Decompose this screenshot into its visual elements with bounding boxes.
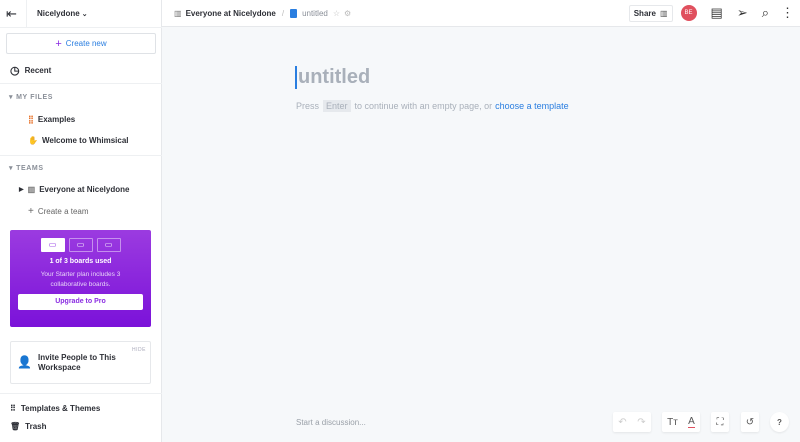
teams-title: TEAMS: [16, 164, 44, 172]
board-icon: ▭: [68, 238, 93, 252]
workspace-switcher[interactable]: Nicelydone ⌄: [37, 9, 88, 18]
hide-button[interactable]: HIDE: [132, 347, 146, 353]
board-icon: ▭: [96, 238, 121, 252]
help-button[interactable]: ?: [770, 412, 789, 432]
star-icon[interactable]: ☆: [333, 9, 340, 18]
search-icon[interactable]: ⌕: [762, 5, 769, 21]
sidebar-item-recent[interactable]: ◷ Recent: [10, 64, 51, 77]
send-icon[interactable]: ➢: [737, 5, 748, 21]
breadcrumb-doc[interactable]: untitled: [302, 9, 328, 18]
examples-label: Examples: [37, 115, 76, 124]
wave-icon: ✋: [28, 136, 38, 145]
redo-icon[interactable]: ↷: [637, 417, 645, 428]
avatar[interactable]: BE: [680, 5, 697, 21]
sidebar-item-examples[interactable]: ⣿ Examples: [28, 115, 75, 124]
doc-title-input[interactable]: untitled: [295, 66, 370, 89]
empty-page-hint: Press Enter to continue with an empty pa…: [296, 100, 569, 112]
hint-text: to continue with an empty page, or: [354, 101, 493, 111]
recent-label: Recent: [24, 66, 52, 75]
comments-icon[interactable]: ▤: [711, 5, 723, 21]
board-icon: ▭: [40, 238, 65, 252]
teams-section[interactable]: ▾ TEAMS: [9, 164, 44, 173]
create-new-label: Create new: [65, 39, 107, 48]
create-team-label: Create a team: [37, 207, 89, 216]
building-icon: ▥: [659, 8, 668, 18]
breadcrumb-separator: /: [281, 8, 285, 18]
text-format-group: Tт A: [662, 412, 700, 432]
clock-icon: ◷: [10, 65, 20, 77]
promo-description: Your Starter plan includes 3 collaborati…: [40, 271, 121, 288]
chevron-down-icon: ⌄: [81, 10, 88, 18]
choose-template-link[interactable]: choose a template: [495, 101, 569, 111]
add-user-icon: 👤: [17, 355, 32, 369]
building-icon: ▥: [27, 185, 36, 194]
workspace-name: Nicelydone: [37, 9, 80, 18]
top-bar: ▥ Everyone at Nicelydone / untitled ☆ ⚙ …: [162, 0, 800, 27]
my-files-section[interactable]: ▾ MY FILES: [9, 93, 54, 102]
welcome-label: Welcome to Whimsical: [41, 136, 129, 145]
invite-card[interactable]: HIDE 👤 Invite People to This Workspace: [10, 341, 151, 384]
plus-icon: +: [55, 37, 62, 50]
caret-down-icon: ▾: [9, 94, 14, 101]
sidebar-item-templates[interactable]: ⠿ Templates & Themes: [10, 404, 100, 413]
enter-key: Enter: [323, 100, 351, 112]
settings-icon[interactable]: ⚙: [344, 9, 351, 18]
team-label: Everyone at Nicelydone: [39, 185, 130, 194]
grid-icon: ⣿: [28, 115, 34, 124]
hint-text: Press: [296, 101, 320, 111]
my-files-title: MY FILES: [16, 93, 54, 101]
share-label: Share: [633, 8, 656, 18]
more-icon[interactable]: ⋮: [781, 5, 794, 21]
caret-down-icon: ▾: [9, 165, 14, 172]
fit-screen-icon[interactable]: ⛶: [711, 412, 729, 432]
boards-used: 1 of 3 boards used: [49, 258, 112, 265]
share-button[interactable]: Share ▥: [628, 4, 673, 22]
sidebar-item-trash[interactable]: 🗑 Trash: [10, 422, 47, 431]
trash-label: Trash: [25, 422, 47, 431]
sidebar-item-team[interactable]: ▶ ▥ Everyone at Nicelydone: [19, 185, 129, 194]
templates-icon: ⠿: [10, 404, 16, 413]
undo-redo-group: ↶ ↷: [613, 412, 651, 432]
discussion-input[interactable]: Start a discussion...: [296, 418, 366, 427]
sidebar-item-welcome[interactable]: ✋ Welcome to Whimsical: [28, 136, 129, 145]
text-color-icon[interactable]: A: [688, 416, 695, 428]
invite-title: Invite People to This Workspace: [38, 353, 116, 372]
sidebar: ⇤ Nicelydone ⌄ + Create new ◷ Recent ▾ MY FI…: [0, 0, 162, 442]
upgrade-button[interactable]: Upgrade to Pro: [18, 294, 143, 310]
doc-icon: [290, 8, 298, 18]
undo-icon[interactable]: ↶: [618, 417, 626, 428]
board-usage-indicator: ▭ ▭ ▭: [10, 238, 151, 252]
building-icon: ▥: [174, 8, 182, 18]
create-team-button[interactable]: + Create a team: [28, 206, 89, 217]
caret-right-icon: ▶: [19, 187, 24, 193]
create-new-button[interactable]: + Create new: [6, 33, 156, 54]
text-size-icon[interactable]: Tт: [667, 417, 678, 428]
plus-icon: +: [28, 206, 34, 217]
trash-icon: 🗑: [10, 422, 21, 431]
breadcrumb-team[interactable]: Everyone at Nicelydone: [186, 9, 276, 18]
collapse-sidebar-icon[interactable]: ⇤: [6, 6, 17, 22]
boards-promo: ▭ ▭ ▭ 1 of 3 boards used Your Starter plan…: [10, 230, 151, 327]
templates-label: Templates & Themes: [20, 404, 101, 413]
history-icon[interactable]: ↺: [741, 412, 759, 432]
